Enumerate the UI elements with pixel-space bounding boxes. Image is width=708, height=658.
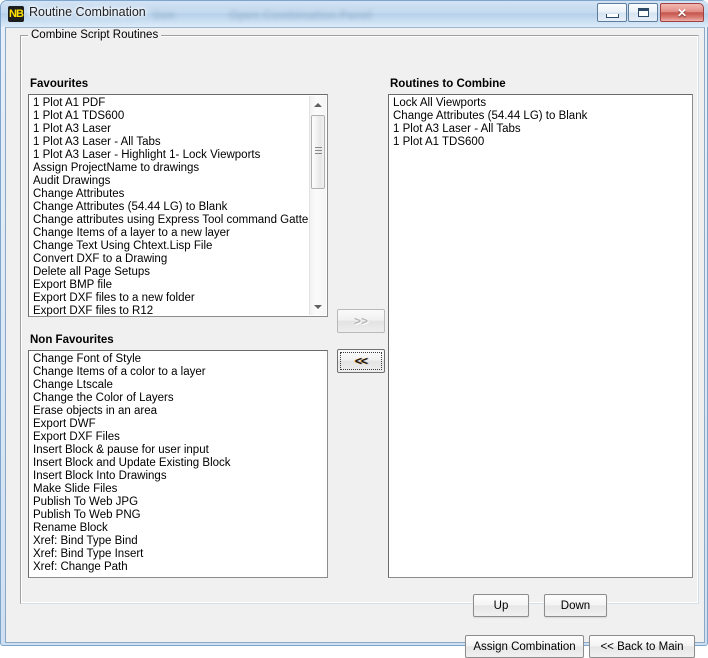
scroll-down-icon[interactable] <box>310 298 326 315</box>
favourites-listbox[interactable]: 1 Plot A1 PDF 1 Plot A1 TDS600 1 Plot A3 L… <box>28 94 328 317</box>
dialog-client-area: Combine Script Routines Favourites 1 Plo… <box>5 27 705 658</box>
routines-to-combine-list-items: Lock All Viewports Change Attributes (54.… <box>391 97 690 149</box>
minimize-button[interactable] <box>597 3 627 22</box>
move-to-combine-button[interactable]: >> <box>337 309 385 333</box>
list-item[interactable]: Erase objects in an area <box>31 405 325 418</box>
non-favourites-label: Non Favourites <box>30 334 114 346</box>
favourites-label: Favourites <box>30 78 89 90</box>
scrollbar-grip-icon <box>315 147 322 157</box>
list-item[interactable]: Change Items of a color to a layer <box>31 366 325 379</box>
title-bar[interactable]: tion Open Combination Panel NB Routine C… <box>1 1 708 27</box>
list-item[interactable]: Change Attributes (54.44 LG) to Blank <box>31 201 308 214</box>
move-back-to-favourites-button[interactable]: << <box>337 349 385 373</box>
window-title: Routine Combination <box>29 5 146 19</box>
non-favourites-listbox[interactable]: Change Font of Style Change Items of a co… <box>28 350 328 578</box>
list-item[interactable]: Convert DXF to a Drawing <box>31 253 308 266</box>
favourites-list-items: 1 Plot A1 PDF 1 Plot A1 TDS600 1 Plot A3 L… <box>31 97 308 316</box>
list-item[interactable]: Export DXF Files <box>31 431 325 444</box>
favourites-scrollbar[interactable] <box>309 96 326 315</box>
list-item[interactable]: Change Items of a layer to a new layer <box>31 227 308 240</box>
scroll-up-icon[interactable] <box>310 96 326 113</box>
minimize-icon <box>598 4 626 21</box>
routines-to-combine-label: Routines to Combine <box>390 78 506 90</box>
list-item[interactable]: 1 Plot A3 Laser - All Tabs <box>31 136 308 149</box>
list-item[interactable]: Insert Block and Update Existing Block <box>31 457 325 470</box>
list-item[interactable]: Change Text Using Chtext.Lisp File <box>31 240 308 253</box>
list-item[interactable]: Xref: Bind Type Bind <box>31 535 325 548</box>
list-item[interactable]: Xref: Bind Type Insert <box>31 548 325 561</box>
move-down-button[interactable]: Down <box>544 594 607 617</box>
non-favourites-list-items: Change Font of Style Change Items of a co… <box>31 353 325 574</box>
list-item[interactable]: Audit Drawings <box>31 175 308 188</box>
list-item[interactable]: 1 Plot A3 Laser - All Tabs <box>391 123 690 136</box>
list-item[interactable]: Publish To Web JPG <box>31 496 325 509</box>
routines-to-combine-listbox[interactable]: Lock All Viewports Change Attributes (54.… <box>388 94 693 578</box>
move-up-button[interactable]: Up <box>473 594 529 617</box>
list-item[interactable]: Assign ProjectName to drawings <box>31 162 308 175</box>
list-item[interactable]: Change attributes using Express Tool com… <box>31 214 308 227</box>
list-item[interactable]: 1 Plot A1 TDS600 <box>391 136 690 149</box>
list-item[interactable]: Change the Color of Layers <box>31 392 325 405</box>
list-item[interactable]: 1 Plot A3 Laser - Highlight 1- Lock View… <box>31 149 308 162</box>
list-item[interactable]: Change Attributes (54.44 LG) to Blank <box>391 110 690 123</box>
list-item[interactable]: Export BMP file <box>31 279 308 292</box>
list-item[interactable]: Change Attributes <box>31 188 308 201</box>
list-item[interactable]: Delete all Page Setups <box>31 266 308 279</box>
app-icon: NB <box>8 6 24 22</box>
assign-combination-button[interactable]: Assign Combination <box>465 635 584 658</box>
list-item[interactable]: Make Slide Files <box>31 483 325 496</box>
list-item[interactable]: Insert Block & pause for user input <box>31 444 325 457</box>
maximize-icon <box>629 4 657 21</box>
list-item[interactable]: 1 Plot A1 TDS600 <box>31 110 308 123</box>
window-routine-combination: tion Open Combination Panel NB Routine C… <box>0 0 708 658</box>
list-item[interactable]: Export DWF <box>31 418 325 431</box>
list-item[interactable]: Rename Block <box>31 522 325 535</box>
list-item[interactable]: 1 Plot A3 Laser <box>31 123 308 136</box>
scrollbar-thumb[interactable] <box>311 115 325 189</box>
groupbox-legend: Combine Script Routines <box>28 29 162 41</box>
close-button[interactable]: ✕ <box>660 3 704 22</box>
close-icon: ✕ <box>676 5 688 20</box>
list-item[interactable]: Xref: Change Path <box>31 561 325 574</box>
list-item[interactable]: Export DXF files to R12 <box>31 305 308 316</box>
background-ghost-text-b: Open Combination Panel <box>229 8 372 22</box>
move-left-icon: << <box>354 354 368 368</box>
background-ghost-text-a: tion <box>153 8 175 22</box>
maximize-button[interactable] <box>628 3 658 22</box>
list-item[interactable]: Lock All Viewports <box>391 97 690 110</box>
list-item[interactable]: Change Ltscale <box>31 379 325 392</box>
list-item[interactable]: Change Font of Style <box>31 353 325 366</box>
list-item[interactable]: 1 Plot A1 PDF <box>31 97 308 110</box>
move-right-icon: >> <box>353 314 368 328</box>
list-item[interactable]: Export DXF files to a new folder <box>31 292 308 305</box>
list-item[interactable]: Publish To Web PNG <box>31 509 325 522</box>
back-to-main-button[interactable]: << Back to Main <box>589 635 695 658</box>
list-item[interactable]: Insert Block Into Drawings <box>31 470 325 483</box>
